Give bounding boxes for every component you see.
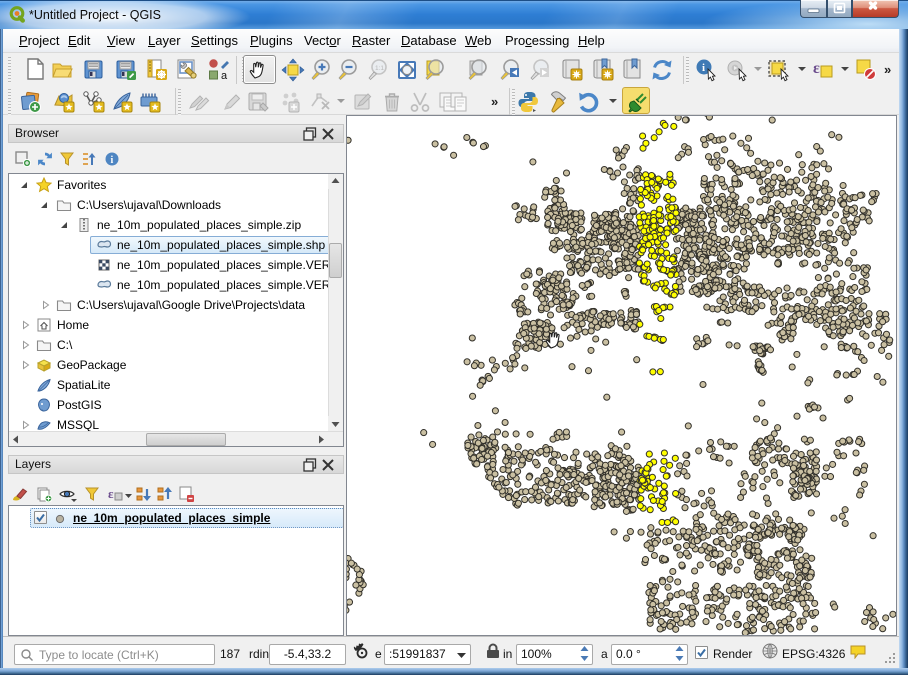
svg-text:i: i <box>111 155 114 166</box>
svg-text:a: a <box>221 70 228 82</box>
svg-text:i: i <box>702 62 705 74</box>
svg-text:ε: ε <box>108 486 114 501</box>
svg-text:ε: ε <box>813 60 820 77</box>
svg-text:1:1: 1:1 <box>375 65 384 72</box>
